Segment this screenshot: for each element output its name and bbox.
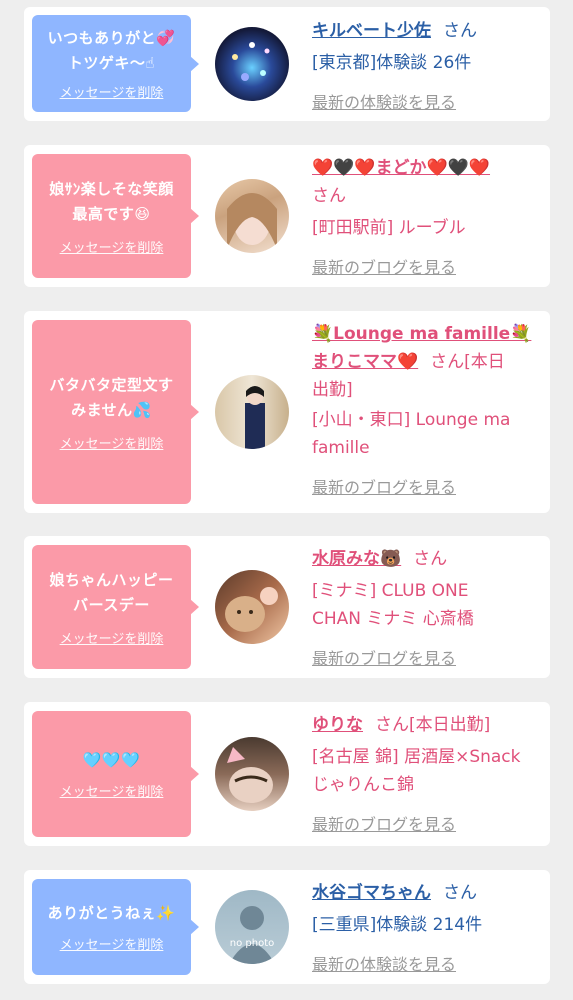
message-line: 娘ｻﾝ楽しそな笑顔 [49, 179, 174, 198]
honorific: さん [443, 21, 477, 41]
location-text: [三重県]体験談 214件 [312, 915, 483, 935]
honorific: さん [375, 715, 409, 735]
message-bubble: 娘ちゃんハッピー バースデー メッセージを削除 [32, 545, 199, 669]
photo-image [245, 386, 265, 449]
location-text: CHAN ミナミ 心斎橋 [312, 609, 474, 629]
delete-message-button[interactable]: メッセージを削除 [60, 628, 164, 647]
user-card: バタバタ定型文す みません💦 メッセージを削除 💐Lounge ma famil… [24, 311, 550, 513]
message-line: みません💦 [71, 400, 152, 419]
user-info: ❤️🖤❤️まどか❤️🖤❤️ さん [町田駅前] ルーブル 最新のブログを見る [312, 154, 542, 278]
user-card: 娘ちゃんハッピー バースデー メッセージを削除 水原みな🐻 さん [ミナミ] CL… [24, 536, 550, 678]
name-line: ゆりな さん[本日出勤] [312, 711, 542, 739]
honorific: さん [443, 883, 477, 903]
user-card: ありがとうねぇ✨ メッセージを削除 no photo 水谷ゴマちゃん さん [三重… [24, 870, 550, 984]
user-info: 水原みな🐻 さん [ミナミ] CLUB ONE CHAN ミナミ 心斎橋 最新のブ… [312, 545, 542, 669]
latest-link[interactable]: 最新のブログを見る [312, 474, 542, 498]
honorific: さん [430, 352, 465, 372]
no-photo-silhouette-icon [229, 906, 275, 964]
message-line: 🩵🩵🩵 [82, 751, 141, 769]
delete-message-button[interactable]: メッセージを削除 [60, 934, 164, 953]
message-line: ありがとうねぇ✨ [47, 904, 176, 922]
message-bubble: バタバタ定型文す みません💦 メッセージを削除 [32, 320, 199, 504]
avatar[interactable] [215, 570, 289, 644]
latest-link[interactable]: 最新のブログを見る [312, 254, 542, 278]
user-info: 💐Lounge ma famille💐 まりこママ❤️ さん[本日 出勤] [小山… [312, 320, 542, 498]
photo-image [227, 193, 277, 249]
message-bubble: 🩵🩵🩵 メッセージを削除 [32, 711, 199, 837]
photo-image [232, 42, 270, 81]
message-line: バタバタ定型文す [49, 375, 174, 394]
message-text: 娘ちゃんハッピー バースデー [49, 568, 173, 618]
message-bubble: いつもありがと💞 トツゲキ〜☝ メッセージを削除 [32, 15, 199, 112]
delete-message-button[interactable]: メッセージを削除 [60, 82, 164, 101]
location-text: [小山・東口] Lounge ma [312, 410, 511, 430]
message-text: いつもありがと💞 トツゲキ〜☝ [48, 26, 176, 76]
honorific: さん [413, 549, 448, 569]
delete-message-button[interactable]: メッセージを削除 [60, 781, 164, 800]
latest-link[interactable]: 最新のブログを見る [312, 811, 542, 835]
no-photo-label: no photo [229, 938, 275, 949]
delete-message-button[interactable]: メッセージを削除 [60, 433, 164, 452]
location-text: [東京都]体験談 26件 [312, 53, 472, 73]
message-line: バースデー [73, 595, 150, 614]
message-line: 最高です😆 [72, 204, 151, 223]
location-text: [ミナミ] CLUB ONE [312, 581, 469, 601]
name-line: まりこママ❤️ さん[本日 [312, 348, 542, 376]
user-info: 水谷ゴマちゃん さん [三重県]体験談 214件 最新の体験談を見る [312, 879, 542, 975]
honorific: さん [312, 186, 346, 206]
delete-message-button[interactable]: メッセージを削除 [60, 237, 164, 256]
user-name-link[interactable]: 水谷ゴマちゃん [312, 883, 431, 903]
photo-image [227, 747, 273, 803]
avatar[interactable] [215, 27, 289, 101]
latest-link[interactable]: 最新の体験談を見る [312, 89, 542, 113]
latest-link[interactable]: 最新のブログを見る [312, 645, 542, 669]
location-text: [名古屋 錦] 居酒屋×Snack [312, 747, 521, 767]
user-name-link[interactable]: 水原みな🐻 [312, 549, 401, 569]
user-name-link[interactable]: まりこママ❤️ [312, 352, 418, 372]
user-name-link[interactable]: ❤️🖤❤️まどか❤️🖤❤️ [312, 158, 490, 178]
photo-image [225, 587, 278, 632]
user-card: 娘ｻﾝ楽しそな笑顔 最高です😆 メッセージを削除 ❤️🖤❤️まどか❤️🖤❤️ さ… [24, 145, 550, 287]
avatar[interactable] [215, 375, 289, 449]
avatar[interactable] [215, 737, 289, 811]
status-text: [本日 [464, 352, 505, 372]
name-line: 水谷ゴマちゃん さん [312, 879, 542, 907]
location-text: famille [312, 438, 370, 458]
user-info: ゆりな さん[本日出勤] [名古屋 錦] 居酒屋×Snack じゃりんこ錦 最新の… [312, 711, 542, 835]
user-name-link[interactable]: ゆりな [312, 715, 363, 735]
avatar[interactable] [215, 179, 289, 253]
user-name-link[interactable]: 💐Lounge ma famille💐 [312, 324, 531, 344]
message-text: ありがとうねぇ✨ [48, 901, 176, 926]
location-text: じゃりんこ錦 [312, 775, 414, 795]
latest-link[interactable]: 最新の体験談を見る [312, 951, 542, 975]
message-text: 🩵🩵🩵 [83, 748, 141, 773]
name-line: 💐Lounge ma famille💐 [312, 320, 542, 348]
message-line: いつもありがと💞 [47, 29, 176, 47]
user-name-link[interactable]: キルベート少佐 [312, 21, 431, 41]
user-card: いつもありがと💞 トツゲキ〜☝ メッセージを削除 キルベート少佐 さん [東京都]… [24, 7, 550, 121]
message-bubble: 娘ｻﾝ楽しそな笑顔 最高です😆 メッセージを削除 [32, 154, 199, 278]
location-text: [町田駅前] ルーブル [312, 218, 466, 238]
message-bubble: ありがとうねぇ✨ メッセージを削除 [32, 879, 199, 975]
message-text: バタバタ定型文す みません💦 [49, 373, 173, 423]
user-card: 🩵🩵🩵 メッセージを削除 ゆりな さん[本日出勤] [名古屋 錦] 居酒屋×Sna… [24, 702, 550, 846]
status-text: 出勤] [312, 380, 353, 400]
message-line: 娘ちゃんハッピー [49, 570, 174, 589]
name-line: 水原みな🐻 さん [312, 545, 542, 573]
name-line: ❤️🖤❤️まどか❤️🖤❤️ [312, 154, 542, 182]
name-line: キルベート少佐 さん [312, 17, 542, 45]
status-text: [本日出勤] [409, 715, 491, 735]
user-info: キルベート少佐 さん [東京都]体験談 26件 最新の体験談を見る [312, 17, 542, 113]
avatar[interactable]: no photo [215, 890, 289, 964]
message-text: 娘ｻﾝ楽しそな笑顔 最高です😆 [49, 177, 174, 227]
message-line: トツゲキ〜☝ [67, 54, 156, 72]
